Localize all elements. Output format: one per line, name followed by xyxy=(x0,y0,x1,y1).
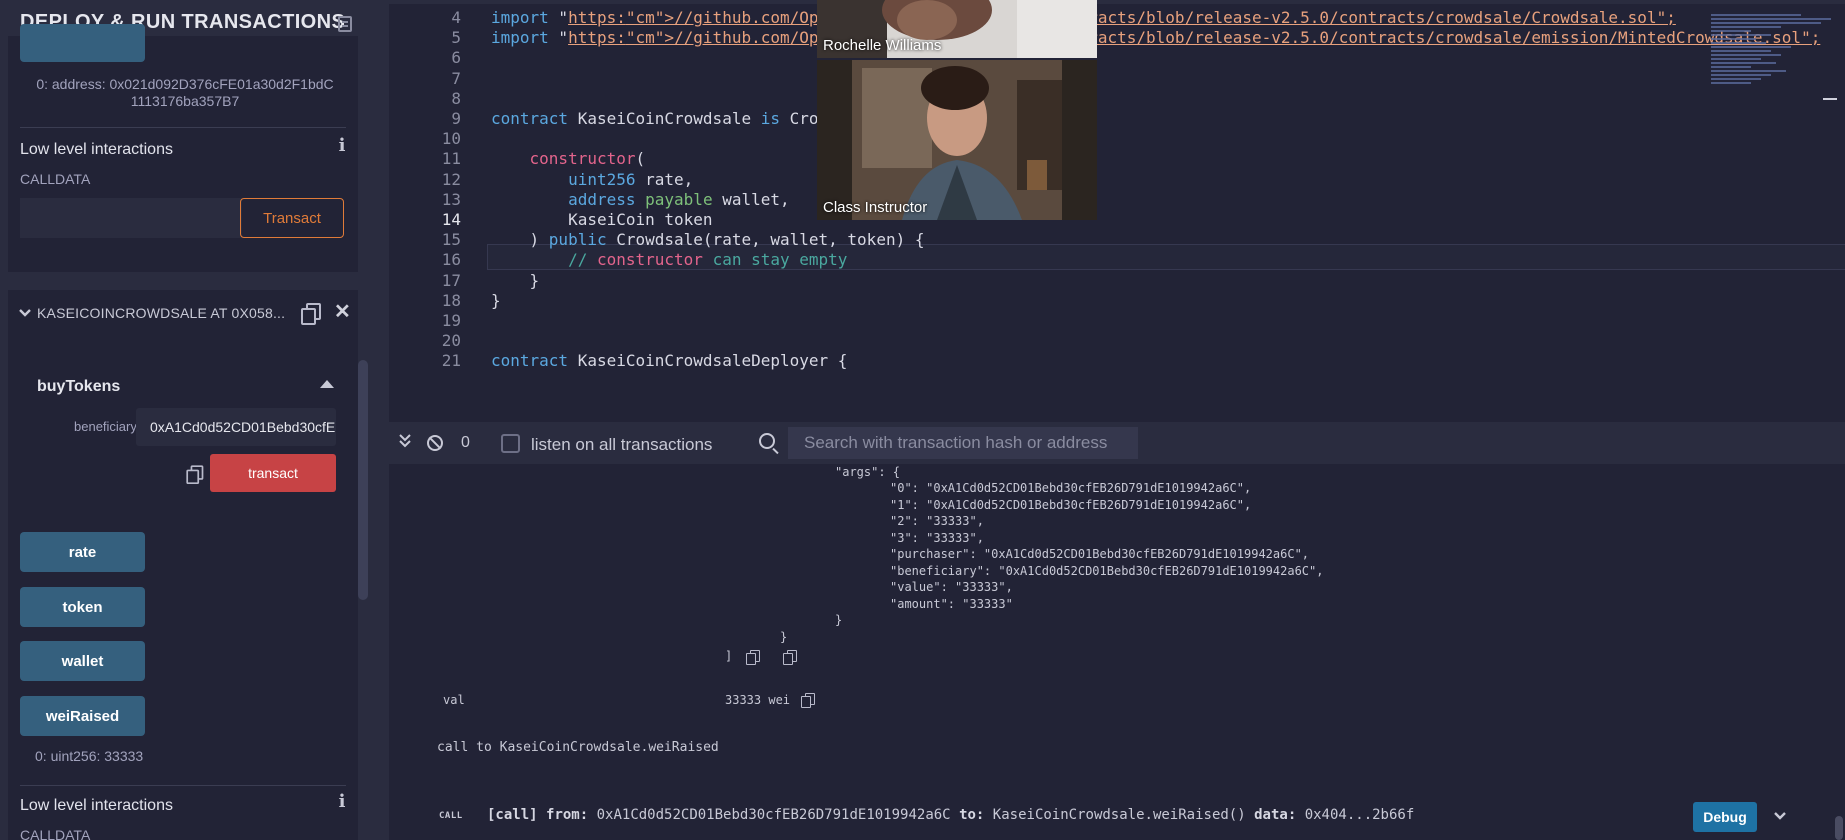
calldata-label: CALLDATA xyxy=(20,827,91,840)
code-editor[interactable]: 4 import "https:"cm">//github.com/OpenZep… xyxy=(389,0,1845,420)
copy-address-icon[interactable] xyxy=(301,303,321,325)
info-icon[interactable]: i xyxy=(334,135,350,156)
previous-contract-card: 0: address: 0x021d092D376cFE01a30d2F1bdC… xyxy=(8,24,358,272)
call-output-address: 0: address: 0x021d092D376cFE01a30d2F1bdC… xyxy=(36,76,334,109)
tx-call-row[interactable]: CALL [call] from: 0xA1Cd0d52CD01Bebd30cf… xyxy=(389,802,1845,832)
log-line: "3": "33333", xyxy=(890,531,984,545)
low-level-title: Low level interactions xyxy=(20,141,173,158)
log-line: "amount": "33333" xyxy=(890,597,1013,611)
video-tile-participant-1: Rochelle Williams xyxy=(817,0,1097,58)
rate-button[interactable]: rate xyxy=(20,532,145,572)
listen-checkbox[interactable] xyxy=(501,434,520,453)
low-level-transact-button[interactable]: Transact xyxy=(240,198,344,238)
calldata-input[interactable] xyxy=(20,198,242,238)
close-icon[interactable]: ✕ xyxy=(334,302,351,322)
listen-label: listen on all transactions xyxy=(531,435,713,454)
search-icon xyxy=(759,433,775,449)
log-line: "0": "0xA1Cd0d52CD01Bebd30cfEB26D791dE10… xyxy=(890,481,1252,495)
log-line: } xyxy=(835,613,843,627)
param-label-beneficiary: beneficiary: xyxy=(74,419,141,434)
divider xyxy=(20,127,346,128)
function-name-buytokens: buyTokens xyxy=(37,378,121,395)
plugin-doc-icon[interactable] xyxy=(338,16,352,32)
token-button[interactable]: token xyxy=(20,587,145,627)
caret-up-icon[interactable] xyxy=(320,380,334,388)
minimap[interactable] xyxy=(1711,14,1831,144)
log-line: "args": { xyxy=(835,465,901,479)
clear-console-icon[interactable] xyxy=(427,435,443,451)
panel-scrollbar[interactable] xyxy=(358,360,368,600)
log-line: "value": "33333", xyxy=(890,580,1013,594)
copy-icon[interactable] xyxy=(783,650,797,665)
low-level-title: Low level interactions xyxy=(20,797,173,814)
function-button-partial[interactable] xyxy=(20,24,145,62)
participant-name: Class Instructor xyxy=(823,199,928,216)
val-value: 33333 wei xyxy=(725,693,791,707)
copy-calldata-icon[interactable] xyxy=(186,465,204,485)
tx-search-input[interactable]: Search with transaction hash or address xyxy=(788,427,1138,459)
log-line: "purchaser": "0xA1Cd0d52CD01Bebd30cfEB26… xyxy=(890,547,1310,561)
copy-icon[interactable] xyxy=(746,650,760,665)
editor-scroll-marker xyxy=(1823,98,1837,100)
weiraised-output: 0: uint256: 33333 xyxy=(35,748,144,764)
call-summary: [call] from: 0xA1Cd0d52CD01Bebd30cfEB26D… xyxy=(487,807,1415,823)
buytokens-transact-button[interactable]: transact xyxy=(210,454,336,492)
divider xyxy=(20,785,346,786)
line-code: contract KaseiCoinCrowdsaleDeployer { xyxy=(491,351,848,371)
log-line: "1": "0xA1Cd0d52CD01Bebd30cfEB26D791dE10… xyxy=(890,498,1252,512)
wallet-button[interactable]: wallet xyxy=(20,641,145,681)
log-line: ] xyxy=(725,649,733,663)
editor-tabs xyxy=(389,0,1845,4)
instance-header[interactable]: KASEICOINCROWDSALE AT 0X058... ✕ xyxy=(8,290,358,338)
terminal-scrollbar[interactable] xyxy=(1835,816,1843,840)
participant-name: Rochelle Williams xyxy=(823,37,942,54)
pending-tx-count: 0 xyxy=(461,434,470,451)
instance-title: KASEICOINCROWDSALE AT 0X058... xyxy=(37,305,286,321)
deploy-run-panel: DEPLOY & RUN TRANSACTIONS 0: address: 0x… xyxy=(0,0,370,840)
chevron-down-icon[interactable] xyxy=(1773,809,1787,823)
log-line: "2": "33333", xyxy=(890,514,984,528)
log-line: } xyxy=(780,630,788,644)
call-tag: CALL xyxy=(439,811,463,821)
call-description: call to KaseiCoinCrowdsale.weiRaised xyxy=(437,740,719,755)
code-line[interactable]: 21 contract KaseiCoinCrowdsaleDeployer { xyxy=(389,349,1709,373)
deployed-contract-instance: KASEICOINCROWDSALE AT 0X058... ✕ buyToke… xyxy=(8,290,358,840)
beneficiary-input[interactable]: 0xA1Cd0d52CD01Bebd30cfE xyxy=(136,408,336,446)
resize-gutter[interactable] xyxy=(370,0,389,840)
weiraised-button[interactable]: weiRaised xyxy=(20,696,145,736)
terminal-output: "args": { "0": "0xA1Cd0d52CD01Bebd30cfEB… xyxy=(389,464,1845,840)
chevron-double-down-icon[interactable] xyxy=(399,434,411,448)
chevron-down-icon[interactable] xyxy=(18,306,32,320)
copy-icon[interactable] xyxy=(801,693,815,708)
val-label: val xyxy=(443,693,465,707)
log-line: "beneficiary": "0xA1Cd0d52CD01Bebd30cfEB… xyxy=(890,564,1324,578)
calldata-label: CALLDATA xyxy=(20,171,91,187)
debug-button[interactable]: Debug xyxy=(1693,802,1757,832)
info-icon[interactable]: i xyxy=(334,791,350,812)
terminal-toolbar: 0 listen on all transactions Search with… xyxy=(389,422,1845,464)
line-number: 21 xyxy=(441,351,461,371)
video-tile-participant-2: Class Instructor xyxy=(817,60,1097,220)
remix-ide: DEPLOY & RUN TRANSACTIONS 0: address: 0x… xyxy=(0,0,1845,840)
participant-video-image xyxy=(817,60,1097,220)
